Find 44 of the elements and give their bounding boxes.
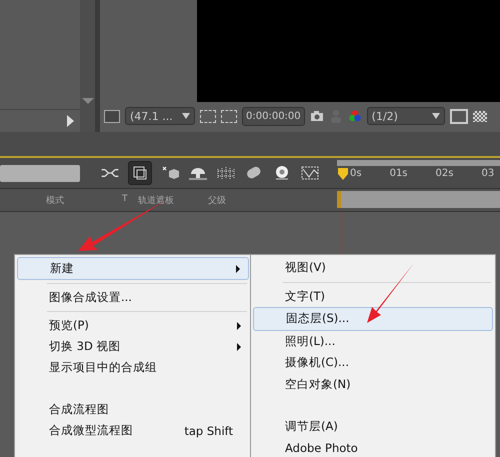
- mask-icon[interactable]: [221, 110, 237, 122]
- scrollbar[interactable]: [80, 0, 95, 132]
- playhead-icon[interactable]: [337, 167, 349, 181]
- mushroom-icon[interactable]: [188, 165, 208, 181]
- column-header[interactable]: 轨道遮板: [138, 194, 174, 207]
- timecode-field[interactable]: 0:00:00:00: [242, 106, 305, 126]
- menu-item[interactable]: 合成微型流程图 tap Shift: [17, 420, 249, 441]
- menu-item[interactable]: Adobe Photo: [253, 438, 493, 457]
- time-label: 01s: [390, 168, 408, 179]
- column-header[interactable]: 模式: [46, 194, 64, 207]
- menu-item[interactable]: 预览(P): [17, 315, 249, 336]
- view-icon[interactable]: [450, 108, 468, 124]
- resolution-dropdown[interactable]: (1/2): [366, 107, 445, 125]
- menu-item[interactable]: 固态层(S)...: [253, 307, 493, 330]
- region-icon[interactable]: [104, 110, 120, 122]
- search-field[interactable]: [0, 164, 80, 182]
- menu-item[interactable]: 视图(V): [253, 257, 493, 278]
- menu-item[interactable]: 显示项目中的合成组: [17, 357, 249, 378]
- time-label: 02s: [436, 168, 454, 179]
- cube-icon[interactable]: [160, 165, 180, 181]
- camera-icon[interactable]: [310, 109, 324, 123]
- menu-item[interactable]: 空白对象(N): [253, 374, 493, 395]
- scroll-down-icon[interactable]: [82, 98, 94, 104]
- layers-icon: [132, 165, 148, 181]
- time-label: 0s: [350, 168, 362, 179]
- caret-icon: [432, 113, 440, 119]
- color-channels-icon[interactable]: [348, 109, 362, 123]
- column-header[interactable]: 父级: [208, 194, 226, 207]
- menu-item[interactable]: 合成流程图: [17, 399, 249, 420]
- caret-icon: [182, 113, 190, 119]
- comp-button[interactable]: [128, 161, 152, 185]
- menu-item[interactable]: 新建: [17, 257, 249, 280]
- menu-item[interactable]: 文字(T): [253, 286, 493, 307]
- menu-item[interactable]: 摄像机(C)...: [253, 352, 493, 374]
- menu-item[interactable]: 调节层(A): [253, 416, 493, 438]
- time-label: 03: [481, 168, 494, 179]
- safe-zone-icon[interactable]: [200, 110, 216, 122]
- transparency-grid-icon[interactable]: [472, 110, 487, 122]
- menu-item[interactable]: 照明(L)...: [253, 330, 493, 352]
- menu-item[interactable]: 切换 3D 视图: [17, 336, 249, 357]
- zoom-dropdown[interactable]: (47.1 ...: [125, 107, 195, 125]
- graph-editor-icon[interactable]: [300, 165, 320, 181]
- menu-item[interactable]: 图像合成设置...: [17, 287, 249, 308]
- film-frames-icon[interactable]: [216, 165, 236, 181]
